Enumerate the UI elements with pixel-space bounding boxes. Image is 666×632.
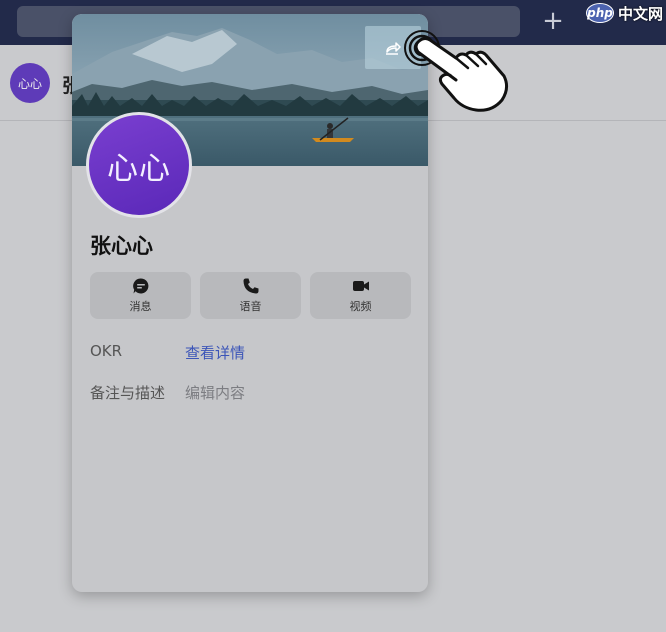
- phone-icon: [243, 278, 258, 294]
- action-buttons: 消息 语音 视频: [90, 272, 411, 319]
- edit-note-field[interactable]: 编辑内容: [185, 382, 245, 403]
- okr-details-link[interactable]: 查看详情: [185, 342, 245, 363]
- okr-label: OKR: [90, 342, 123, 360]
- share-icon: [386, 41, 401, 55]
- voice-call-button[interactable]: 语音: [200, 272, 301, 319]
- new-button[interactable]: +: [540, 6, 566, 36]
- voice-label: 语音: [239, 300, 262, 313]
- message-label: 消息: [129, 300, 152, 313]
- video-label: 视频: [349, 300, 372, 313]
- watermark: php 中文网: [586, 1, 663, 25]
- profile-avatar[interactable]: 心心: [86, 112, 192, 218]
- video-call-button[interactable]: 视频: [310, 272, 411, 319]
- profile-name: 张心心: [90, 234, 153, 258]
- watermark-text: 中文网: [618, 4, 664, 23]
- pointer-hand-icon: [404, 30, 509, 112]
- message-icon: [132, 278, 148, 294]
- video-icon: [352, 281, 369, 291]
- message-button[interactable]: 消息: [90, 272, 191, 319]
- profile-card: 心心 张心心 消息 语音 视频 OKR 查看详情 备注与描述 编辑内容: [72, 14, 428, 592]
- watermark-badge: php: [586, 3, 614, 23]
- note-label: 备注与描述: [90, 384, 166, 402]
- chat-avatar[interactable]: 心心: [10, 63, 50, 103]
